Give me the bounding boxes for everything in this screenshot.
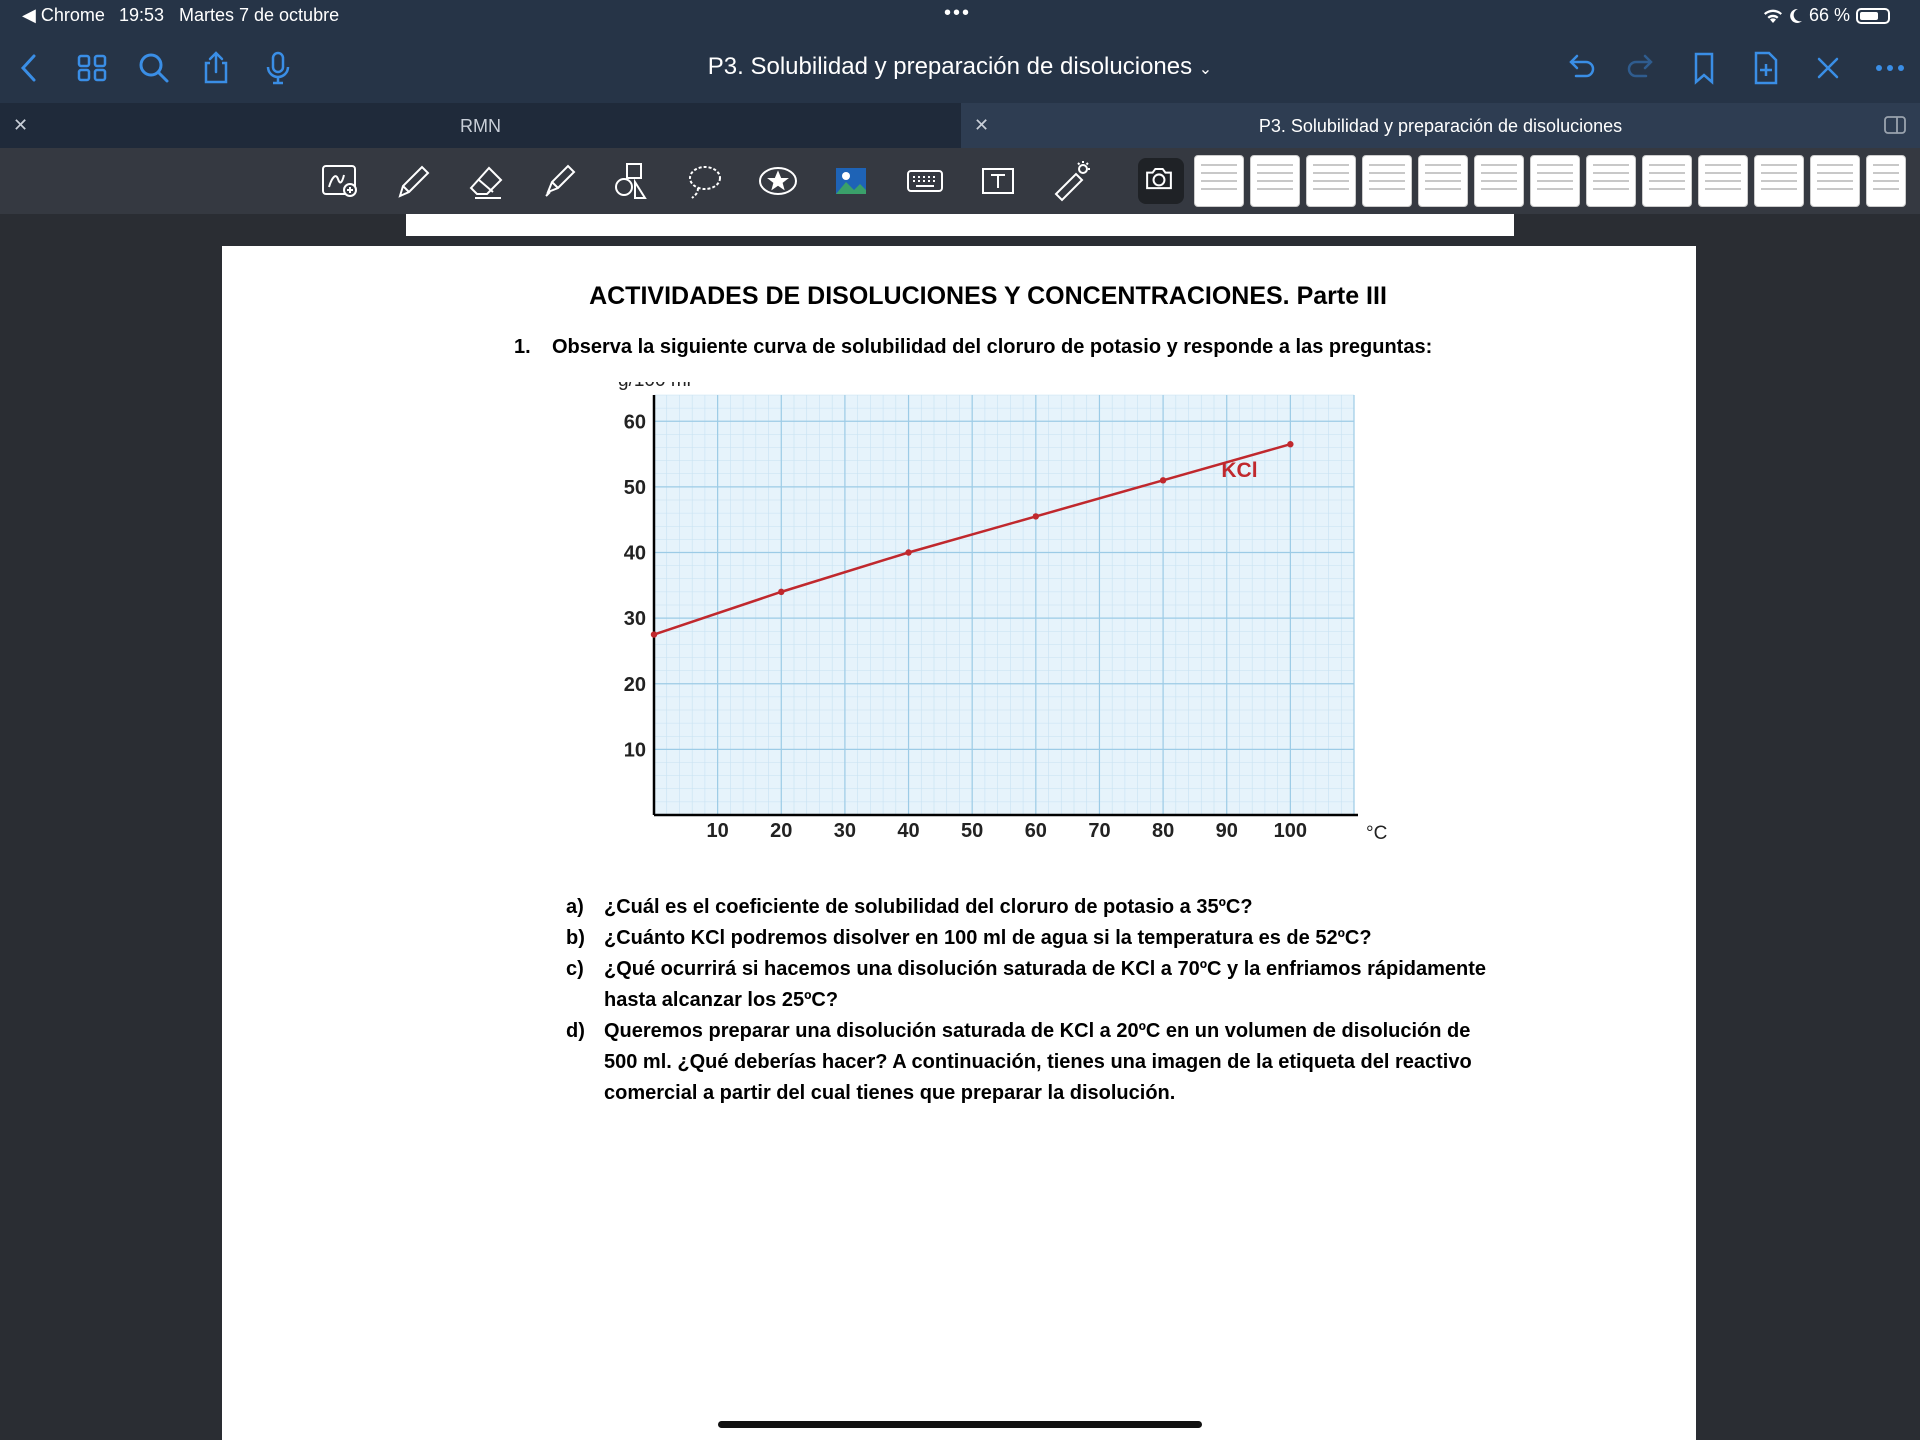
annotation-toolbar <box>0 148 1920 214</box>
question-text: Observa la siguiente curva de solubilida… <box>552 336 1433 358</box>
back-to-app-link[interactable]: ◀ Chrome <box>22 5 105 26</box>
subquestion-text: Queremos preparar una disolución saturad… <box>604 1020 1472 1104</box>
data-point <box>1287 441 1294 448</box>
solubility-chart: 10 20 30 40 50 60 70 80 90 100 10 20 30 40 50 60 g/100 m… <box>618 382 1387 844</box>
y-axis-label: g/100 ml <box>618 382 691 391</box>
subquestion-letter: b) <box>566 927 585 949</box>
y-tick-label: 50 <box>624 477 646 499</box>
shapes-icon[interactable] <box>611 160 653 202</box>
x-tick-label: 20 <box>770 820 792 842</box>
date: Martes 7 de octubre <box>179 5 340 25</box>
tab-p3-solubilidad[interactable]: ✕ P3. Solubilidad y preparación de disol… <box>961 103 1920 148</box>
tab-rmn[interactable]: ✕ RMN <box>0 103 961 148</box>
y-tick-label: 40 <box>624 543 646 565</box>
document-page: ACTIVIDADES DE DISOLUCIONES Y CONCENTRAC… <box>222 246 1696 1440</box>
page-thumbnail[interactable] <box>1418 155 1468 207</box>
page-thumbnail[interactable] <box>1362 155 1412 207</box>
page-thumbnail[interactable] <box>1250 155 1300 207</box>
data-point <box>905 549 912 556</box>
y-tick-label: 30 <box>624 608 646 630</box>
subquestion-text: ¿Cuál es el coeficiente de solubilidad d… <box>604 896 1253 918</box>
bookmark-icon[interactable] <box>1686 50 1722 86</box>
battery-percent: 66 % <box>1808 5 1850 25</box>
add-page-icon[interactable] <box>1748 50 1784 86</box>
image-icon[interactable] <box>830 160 872 202</box>
more-options-icon[interactable] <box>1872 50 1908 86</box>
x-tick-label: 40 <box>897 820 919 842</box>
wifi-icon <box>1763 9 1782 23</box>
pen-icon[interactable] <box>392 160 434 202</box>
close-pen-icon[interactable] <box>1810 50 1846 86</box>
page-title: ACTIVIDADES DE DISOLUCIONES Y CONCENTRAC… <box>589 282 1387 310</box>
home-indicator[interactable] <box>718 1421 1202 1428</box>
tab-strip: ✕ RMN ✕ P3. Solubilidad y preparación de… <box>0 103 1920 148</box>
tab-label: RMN <box>460 116 501 136</box>
x-tick-label: 30 <box>834 820 856 842</box>
subquestion-letter: c) <box>566 958 584 980</box>
zoom-window-icon[interactable] <box>320 160 362 202</box>
x-tick-label: 10 <box>707 820 729 842</box>
moon-icon <box>1790 8 1802 23</box>
x-tick-label: 80 <box>1152 820 1174 842</box>
page-thumbnail[interactable] <box>1586 155 1636 207</box>
status-bar: ◀ Chrome 19:53 Martes 7 de octubre ••• 6… <box>0 0 1920 32</box>
x-tick-label: 60 <box>1025 820 1047 842</box>
clock: 19:53 <box>119 5 165 25</box>
question-1: 1. Observa la siguiente curva de solubili… <box>514 336 1432 359</box>
page-thumbnail[interactable] <box>1530 155 1580 207</box>
eraser-icon[interactable] <box>465 160 507 202</box>
subquestion-letter: d) <box>566 1020 585 1042</box>
y-tick-label: 20 <box>624 674 646 696</box>
page-thumbnail[interactable] <box>1866 155 1906 207</box>
multitasking-dots-icon[interactable]: ••• <box>944 2 971 25</box>
data-point <box>1159 477 1167 484</box>
page-thumbnail[interactable] <box>1642 155 1692 207</box>
subquestion-text: ¿Cuánto KCl podremos disolver en 100 ml … <box>604 927 1372 949</box>
page-thumbnail[interactable] <box>1754 155 1804 207</box>
keyboard-icon[interactable] <box>904 160 946 202</box>
highlighter-icon[interactable] <box>538 160 580 202</box>
data-point <box>778 588 785 596</box>
data-point <box>1032 513 1040 520</box>
subquestion-letter: a) <box>566 896 584 918</box>
document-title: P3. Solubilidad y preparación de disoluc… <box>707 53 1193 80</box>
x-axis-label: °C <box>1366 823 1387 844</box>
page-thumbnail[interactable] <box>1810 155 1860 207</box>
laser-pointer-icon[interactable] <box>1050 160 1092 202</box>
x-tick-label: 100 <box>1274 820 1307 842</box>
battery-icon <box>1856 7 1890 24</box>
subquestion-text: ¿Qué ocurrirá si hacemos una disolución … <box>604 958 1487 1011</box>
previous-page-edge <box>406 214 1514 236</box>
x-tick-label: 70 <box>1088 820 1110 842</box>
question-number: 1. <box>514 336 531 358</box>
redo-icon[interactable] <box>1624 50 1660 86</box>
status-indicators: 66 % <box>1763 5 1890 26</box>
chevron-down-icon: ⌄ <box>1198 61 1213 78</box>
y-tick-label: 60 <box>624 411 646 433</box>
lasso-icon[interactable] <box>684 160 726 202</box>
x-tick-label: 90 <box>1216 820 1238 842</box>
text-box-icon[interactable] <box>977 160 1019 202</box>
data-point <box>650 631 658 638</box>
page-thumbnail[interactable] <box>1194 155 1244 207</box>
page-thumbnail[interactable] <box>1474 155 1524 207</box>
nav-bar: P3. Solubilidad y preparación de disoluc… <box>0 36 1920 100</box>
series-label: KCl <box>1221 459 1257 482</box>
tab-label: P3. Solubilidad y preparación de disoluc… <box>1258 116 1623 136</box>
split-view-icon[interactable] <box>1884 115 1906 140</box>
page-thumbnail[interactable] <box>1306 155 1356 207</box>
camera-icon[interactable] <box>1138 158 1184 204</box>
y-tick-label: 10 <box>624 739 646 761</box>
undo-icon[interactable] <box>1562 50 1598 86</box>
elements-star-icon[interactable] <box>757 160 799 202</box>
x-tick-label: 50 <box>961 820 983 842</box>
page-thumbnail[interactable] <box>1698 155 1748 207</box>
